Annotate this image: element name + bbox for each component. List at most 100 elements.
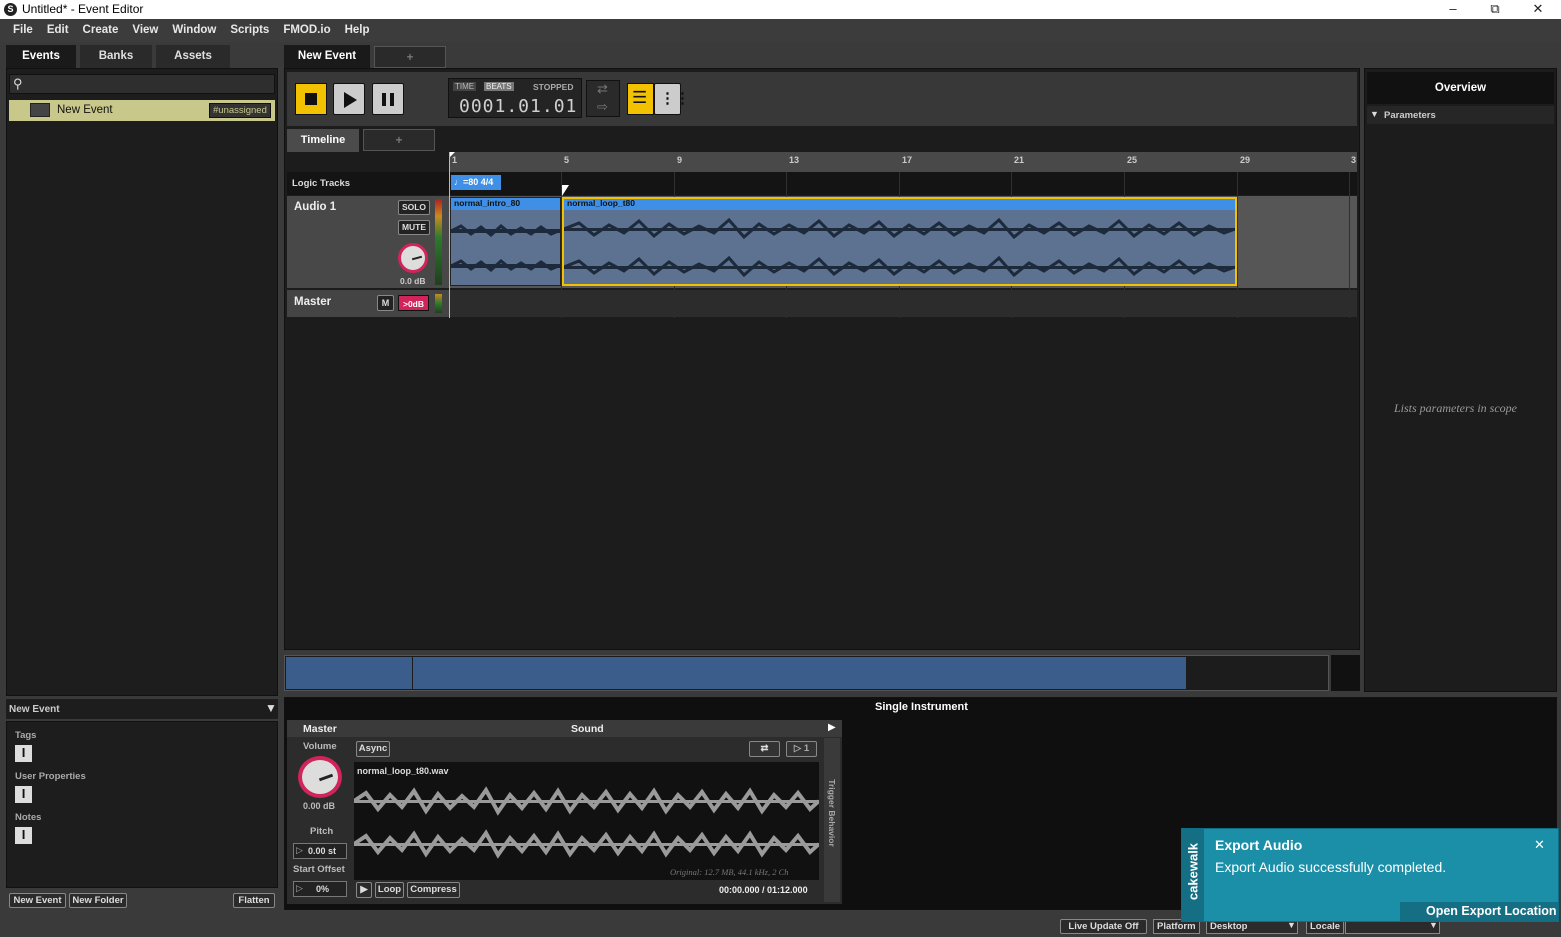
- new-event-button[interactable]: New Event: [9, 893, 66, 908]
- tab-assets[interactable]: Assets: [156, 45, 230, 68]
- loop-count-field[interactable]: ▷ 1: [786, 741, 817, 757]
- text-cursor-icon[interactable]: I: [15, 827, 32, 844]
- loop-playback-toggle[interactable]: ⇄: [749, 741, 780, 757]
- menu-create[interactable]: Create: [76, 19, 126, 42]
- master-mute-button[interactable]: M: [377, 295, 394, 311]
- follow-icon: ⇨: [597, 99, 608, 114]
- pause-button[interactable]: [372, 83, 404, 115]
- waveform: [564, 217, 1235, 278]
- stop-icon: [305, 93, 317, 105]
- chevron-down-icon[interactable]: ▼: [265, 701, 277, 715]
- expand-icon: ▷: [296, 845, 303, 855]
- add-parameter-tab-button[interactable]: +: [363, 129, 435, 151]
- live-update-button[interactable]: Live Update Off: [1060, 919, 1147, 934]
- bank-badge[interactable]: #unassigned: [209, 103, 271, 118]
- parameters-label: Parameters: [1384, 110, 1436, 121]
- trigger-behavior-drawer[interactable]: Trigger Behavior: [824, 738, 840, 902]
- loop-playback-button[interactable]: ⇄ ⇨: [586, 80, 620, 117]
- menu-fmodio[interactable]: FMOD.io: [276, 19, 337, 42]
- menu-edit[interactable]: Edit: [40, 19, 76, 42]
- new-folder-button[interactable]: New Folder: [69, 893, 127, 908]
- properties-title: New Event: [9, 704, 60, 715]
- tab-new-event[interactable]: New Event: [284, 45, 370, 68]
- open-export-location-button[interactable]: Open Export Location: [1400, 902, 1558, 921]
- master-name: Master: [294, 296, 332, 308]
- async-button[interactable]: Async: [356, 741, 390, 757]
- play-icon[interactable]: ▶: [828, 722, 836, 733]
- menu-window[interactable]: Window: [165, 19, 223, 42]
- ruler-label: 21: [1014, 155, 1025, 165]
- tab-timeline[interactable]: Timeline: [287, 129, 359, 152]
- instrument-region[interactable]: normal_intro_80: [450, 197, 561, 286]
- loop-button[interactable]: Loop: [375, 882, 404, 898]
- loop-icon: ⇄: [760, 743, 769, 754]
- add-tab-button[interactable]: +: [374, 46, 446, 68]
- expand-icon: ▷: [296, 883, 303, 893]
- time-toggle[interactable]: TIME: [453, 82, 477, 91]
- playhead[interactable]: [449, 152, 450, 318]
- open-export-location-label: Open Export Location: [1426, 904, 1557, 918]
- pitch-field[interactable]: ▷ 0.00 st: [293, 843, 347, 859]
- instrument-region-selected[interactable]: normal_loop_t80: [562, 197, 1237, 286]
- overview-scrollbar[interactable]: [284, 655, 1329, 691]
- chevron-down-icon: ▼: [1370, 109, 1379, 119]
- properties-panel: Tags I User Properties I Notes I: [6, 721, 278, 888]
- logic-tracks-row: [287, 172, 1357, 195]
- properties-header[interactable]: New Event ▼: [6, 699, 278, 719]
- logic-tracks-label: Logic Tracks: [292, 178, 351, 189]
- sound-waveform[interactable]: normal_loop_t80.wav Original: 12.7 MB, 4…: [354, 762, 819, 880]
- pitch-label: Pitch: [310, 826, 334, 837]
- file-name: normal_loop_t80.wav: [357, 766, 449, 776]
- flatten-button[interactable]: Flatten: [233, 893, 275, 908]
- mute-button[interactable]: MUTE: [398, 220, 430, 235]
- volume-knob[interactable]: [398, 243, 428, 273]
- instrument-name: normal_loop_t80: [567, 198, 636, 208]
- parameters-section-header[interactable]: ▼ Parameters: [1367, 106, 1554, 124]
- start-offset-label: Start Offset: [293, 864, 345, 875]
- tracks-view-button[interactable]: ☰: [627, 83, 654, 115]
- event-name: New Event: [57, 104, 113, 116]
- minimize-icon[interactable]: –: [1433, 0, 1473, 19]
- menu-bar: File Edit Create View Window Scripts FMOD.io He…: [0, 19, 1561, 42]
- play-button[interactable]: [333, 83, 365, 115]
- loop-icon: ⇄: [597, 81, 608, 96]
- window-title: Untitled* - Event Editor: [22, 2, 144, 16]
- solo-button[interactable]: SOLO: [398, 200, 430, 215]
- tab-events[interactable]: Events: [6, 45, 76, 68]
- deck-volume-knob[interactable]: [298, 756, 342, 798]
- list-item[interactable]: New Event #unassigned: [9, 100, 275, 121]
- play-icon: ▶: [360, 884, 368, 895]
- stop-button[interactable]: [295, 83, 327, 115]
- start-offset-field[interactable]: ▷ 0%: [293, 881, 347, 897]
- notification-title: Export Audio: [1215, 837, 1303, 853]
- track-meter: [435, 199, 442, 285]
- close-icon[interactable]: ✕: [1518, 0, 1558, 19]
- restore-icon[interactable]: ⧉: [1475, 0, 1515, 19]
- preview-play-button[interactable]: ▶: [356, 882, 372, 898]
- instrument-name: normal_intro_80: [454, 198, 521, 208]
- master-volume-badge[interactable]: >0dB: [398, 295, 429, 311]
- file-info: Original: 12.7 MB, 44.1 kHz, 2 Ch: [670, 867, 789, 877]
- compress-button[interactable]: Compress: [407, 882, 460, 898]
- close-icon[interactable]: ✕: [1534, 837, 1545, 853]
- menu-file[interactable]: File: [6, 19, 40, 42]
- search-input[interactable]: ⚲: [9, 74, 275, 94]
- tempo-marker[interactable]: ♩=80 4/4: [451, 175, 501, 190]
- loop-count: 1: [803, 743, 810, 754]
- menu-view[interactable]: View: [125, 19, 165, 42]
- ruler-label: 1: [452, 155, 458, 165]
- menu-help[interactable]: Help: [338, 19, 377, 42]
- ruler-label: 29: [1240, 155, 1251, 165]
- beats-toggle[interactable]: BEATS: [484, 82, 514, 91]
- menu-scripts[interactable]: Scripts: [223, 19, 276, 42]
- notification-message: Export Audio successfully completed.: [1215, 859, 1447, 875]
- text-cursor-icon[interactable]: I: [15, 745, 32, 762]
- pitch-value: 0.00 st: [308, 846, 337, 856]
- tab-banks[interactable]: Banks: [80, 45, 152, 68]
- ruler-label: 3: [1351, 155, 1357, 165]
- text-cursor-icon[interactable]: I: [15, 786, 32, 803]
- deck-title: Single Instrument: [875, 701, 968, 713]
- play-icon: [344, 92, 357, 108]
- deck-view-button[interactable]: ⋮⋮: [654, 83, 690, 115]
- tags-label: Tags: [15, 730, 37, 741]
